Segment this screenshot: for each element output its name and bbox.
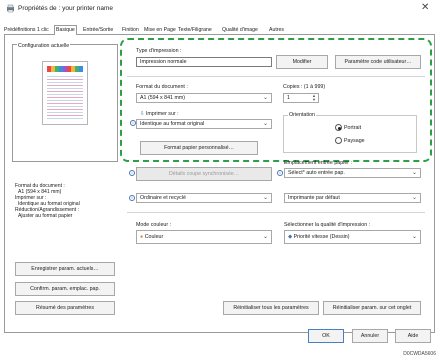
print-quality-label: Sélectionner la qualité d'impression :	[284, 222, 371, 228]
cancel-button[interactable]: Annuler	[352, 329, 388, 343]
custom-paper-size-button[interactable]: Format papier personnalisé…	[140, 141, 258, 155]
modify-button[interactable]: Modifier	[276, 55, 328, 69]
ok-button[interactable]: OK	[308, 329, 344, 343]
print-type-field[interactable]: Impression normale	[136, 57, 272, 67]
color-palette-icon: ●	[140, 234, 144, 240]
help-button[interactable]: Aide	[395, 329, 431, 343]
printer-icon	[7, 4, 14, 13]
divider	[127, 76, 425, 77]
chevron-down-icon: ⌄	[411, 170, 417, 176]
portrait-label: Portrait	[344, 125, 362, 131]
orientation-label: Orientation	[288, 112, 316, 118]
chevron-down-icon: ⌄	[262, 195, 268, 201]
color-mode-label: Mode couleur :	[136, 222, 172, 228]
close-icon[interactable]: ✕	[421, 3, 429, 13]
sync-cut-details-button[interactable]: Détails coupe synchronisée…	[136, 167, 272, 181]
copies-spinner[interactable]: 1 ▲ ▼	[283, 93, 319, 103]
print-quality-select[interactable]: ◆ Priorité vitesse (Dessin) ⌄	[284, 230, 421, 244]
orientation-group	[283, 115, 417, 153]
document-size-value: A1 (594 x 841 mm)	[140, 95, 186, 101]
color-mode-value: Couleur	[144, 234, 164, 240]
save-current-settings-button[interactable]: Enregistrer param. actuels…	[15, 262, 115, 276]
reset-all-settings-button[interactable]: Réinitialiser tous les paramètres	[223, 301, 319, 315]
document-size-select[interactable]: A1 (594 x 841 mm) ⌄	[136, 93, 272, 103]
tab-basic[interactable]: Basique	[54, 25, 77, 35]
window-title: Propriétés de : your printer name	[18, 5, 114, 12]
print-on-value: Identique au format original	[140, 121, 205, 127]
chevron-down-icon: ⌄	[262, 234, 268, 240]
settings-summary-button[interactable]: Résumé des paramètres	[15, 301, 115, 315]
page-preview	[42, 61, 88, 125]
landscape-radio[interactable]	[335, 137, 342, 144]
print-on-select[interactable]: Identique au format original ⌄	[136, 119, 272, 129]
portrait-radio[interactable]	[335, 124, 342, 131]
info-icon[interactable]: i	[277, 170, 283, 176]
input-tray-value: Sélect* auto entrée pap.	[288, 170, 345, 176]
copies-label: Copies : (1 à 999)	[283, 84, 326, 90]
spinner-arrows-icon[interactable]: ▲ ▼	[312, 94, 316, 102]
print-on-label: ⇩ Imprimer sur :	[140, 111, 179, 117]
chevron-down-icon: ⌄	[411, 234, 417, 240]
image-code: D0CWDA5606	[403, 351, 436, 357]
info-reduce-enlarge-value: Ajuster au format papier	[18, 213, 73, 219]
confirm-tray-settings-button[interactable]: Confirm. param. emplac. pap.	[15, 282, 115, 296]
output-select[interactable]: Imprimante par défaut ⌄	[284, 193, 421, 203]
info-icon[interactable]: i	[129, 195, 135, 201]
color-mode-select[interactable]: ● Couleur ⌄	[136, 230, 272, 244]
document-size-label: Format du document :	[136, 84, 188, 90]
output-value: Imprimante par défaut	[288, 195, 340, 201]
input-tray-select[interactable]: Sélect* auto entrée pap. ⌄	[284, 168, 421, 178]
current-settings-title: Configuration actuelle	[17, 43, 71, 49]
chevron-down-icon: ⌄	[262, 121, 268, 127]
reset-tab-settings-button[interactable]: Réinitialiser param. sur cet onglet	[323, 301, 421, 315]
print-quality-value: Priorité vitesse (Dessin)	[293, 234, 350, 240]
chevron-down-icon: ⌄	[262, 95, 268, 101]
quality-icon: ◆	[288, 234, 293, 240]
paper-type-select[interactable]: Ordinaire et recyclé ⌄	[136, 193, 272, 203]
paper-type-value: Ordinaire et recyclé	[140, 195, 186, 201]
copies-value: 1	[287, 95, 290, 101]
paper-icon: ⇩	[140, 111, 145, 117]
divider	[127, 212, 425, 213]
print-type-label: Type d'impression :	[136, 48, 182, 54]
chevron-down-icon: ⌄	[411, 195, 417, 201]
info-icon[interactable]: i	[129, 170, 135, 176]
user-code-settings-button[interactable]: Paramètre code utilisateur…	[335, 55, 421, 69]
landscape-label: Paysage	[344, 138, 365, 144]
input-tray-label: Emplacement entrée papier :	[284, 160, 353, 166]
